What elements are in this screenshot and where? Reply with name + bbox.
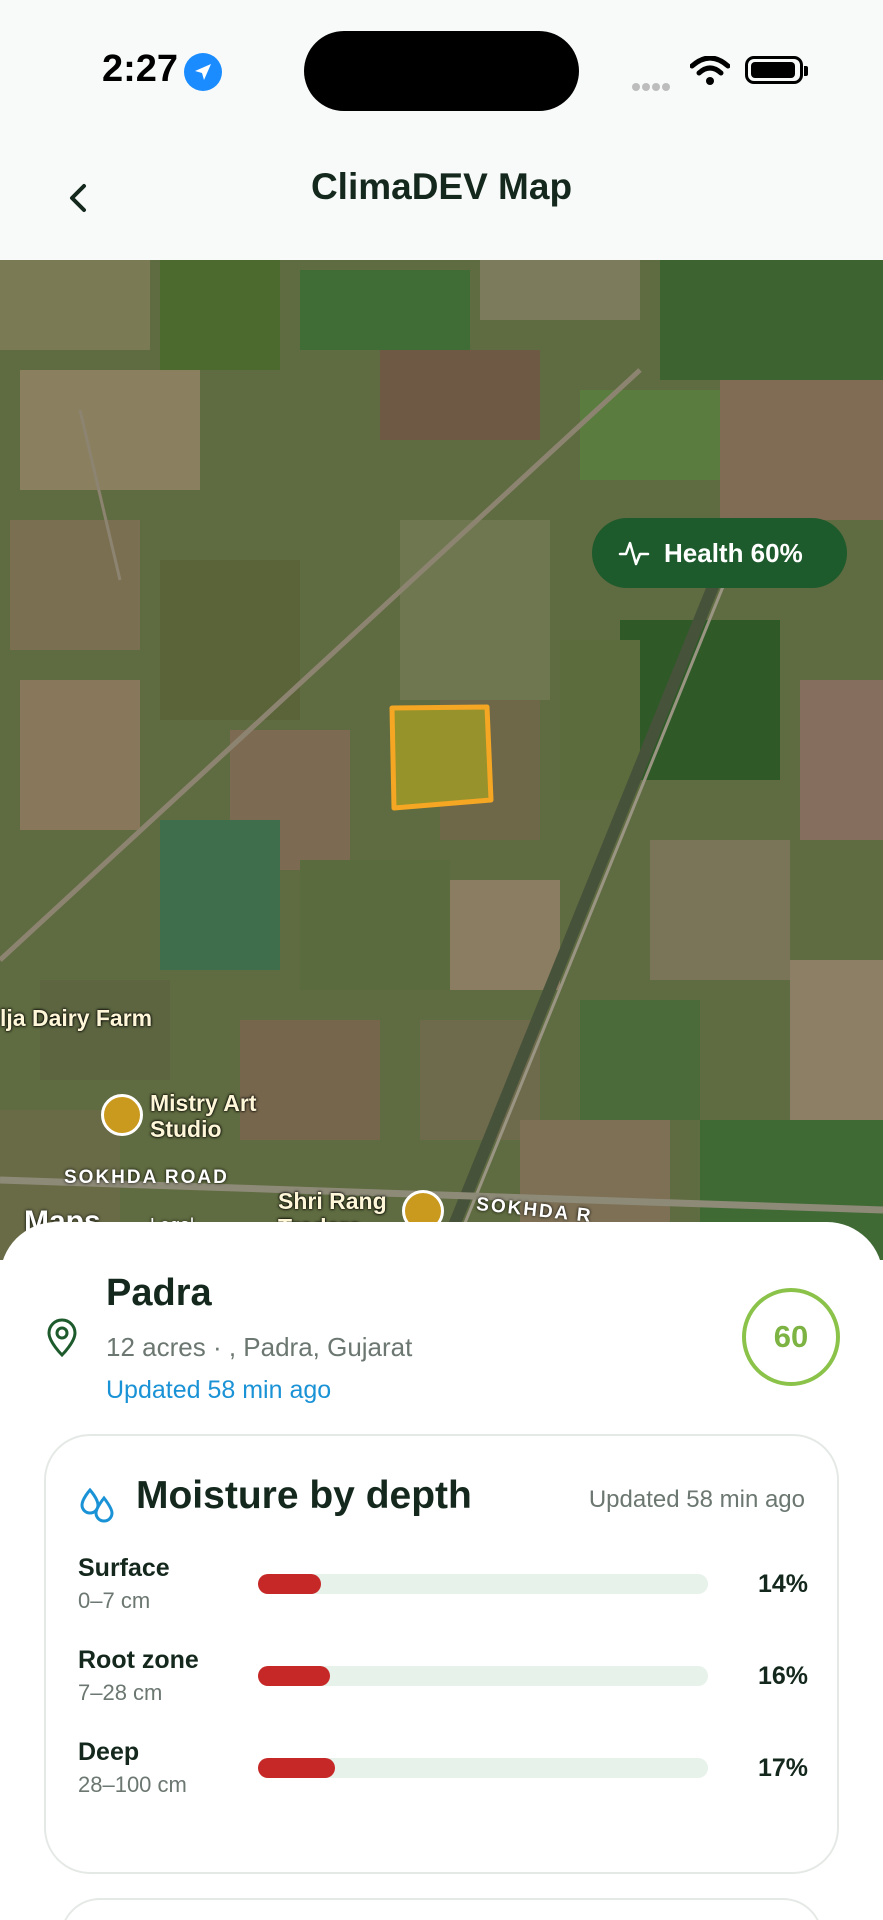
moisture-fill	[258, 1574, 321, 1594]
health-score-ring: 60	[742, 1288, 840, 1386]
road-label: SOKHDA ROAD	[64, 1167, 229, 1188]
location-arrow-icon	[184, 53, 222, 91]
health-label: Health 60%	[664, 537, 803, 568]
moisture-card: Moisture by depth Updated 58 min ago Sur…	[44, 1434, 839, 1874]
moisture-row: Surface 0–7 cm 14%	[78, 1554, 808, 1624]
page-title: ClimaDEV Map	[310, 166, 573, 207]
moisture-value: 17%	[757, 1754, 808, 1782]
layer-depth: 0–7 cm	[78, 1588, 151, 1613]
moisture-value: 16%	[757, 1662, 808, 1690]
field-updated[interactable]: Updated 58 min ago	[106, 1376, 331, 1405]
moisture-track	[258, 1666, 708, 1686]
poi-label[interactable]: lja Dairy Farm	[0, 1005, 152, 1031]
satellite-map[interactable]: Health 60% lja Dairy Farm Mistry Art Stu…	[0, 260, 883, 1260]
battery-icon	[745, 56, 808, 84]
app-header: ClimaDEV Map	[0, 130, 883, 260]
moisture-fill	[258, 1758, 335, 1778]
activity-icon	[618, 541, 650, 566]
layer-depth: 28–100 cm	[78, 1772, 187, 1797]
field-name: Padra	[106, 1272, 212, 1314]
droplets-icon	[80, 1487, 114, 1523]
moisture-fill	[258, 1666, 330, 1686]
layer-name: Root zone	[78, 1646, 199, 1674]
moisture-row: Deep 28–100 cm 17%	[78, 1738, 808, 1808]
wifi-icon	[690, 56, 730, 85]
map-pin-icon	[47, 1318, 77, 1358]
status-bar: 2:27	[0, 0, 883, 130]
field-sheet: Padra 12 acres · , Padra, Gujarat Update…	[0, 1222, 883, 1920]
field-subtitle: 12 acres · , Padra, Gujarat	[106, 1332, 413, 1362]
health-score: 60	[773, 1319, 809, 1354]
dynamic-island	[304, 31, 579, 111]
status-time: 2:27	[102, 48, 179, 90]
health-badge[interactable]: Health 60%	[592, 518, 847, 588]
moisture-track	[258, 1758, 708, 1778]
moisture-value: 14%	[757, 1570, 808, 1598]
layer-name: Surface	[78, 1554, 170, 1582]
layer-name: Deep	[78, 1738, 140, 1766]
shopping-bag-icon[interactable]	[101, 1094, 143, 1136]
moisture-title: Moisture by depth	[136, 1474, 472, 1517]
next-card	[60, 1898, 823, 1920]
moisture-row: Root zone 7–28 cm 16%	[78, 1646, 808, 1716]
cellular-signal-icon	[632, 78, 672, 96]
moisture-track	[258, 1574, 708, 1594]
layer-depth: 7–28 cm	[78, 1680, 163, 1705]
moisture-updated: Updated 58 min ago	[588, 1486, 805, 1513]
poi-label[interactable]: Mistry Art Studio	[150, 1090, 257, 1142]
